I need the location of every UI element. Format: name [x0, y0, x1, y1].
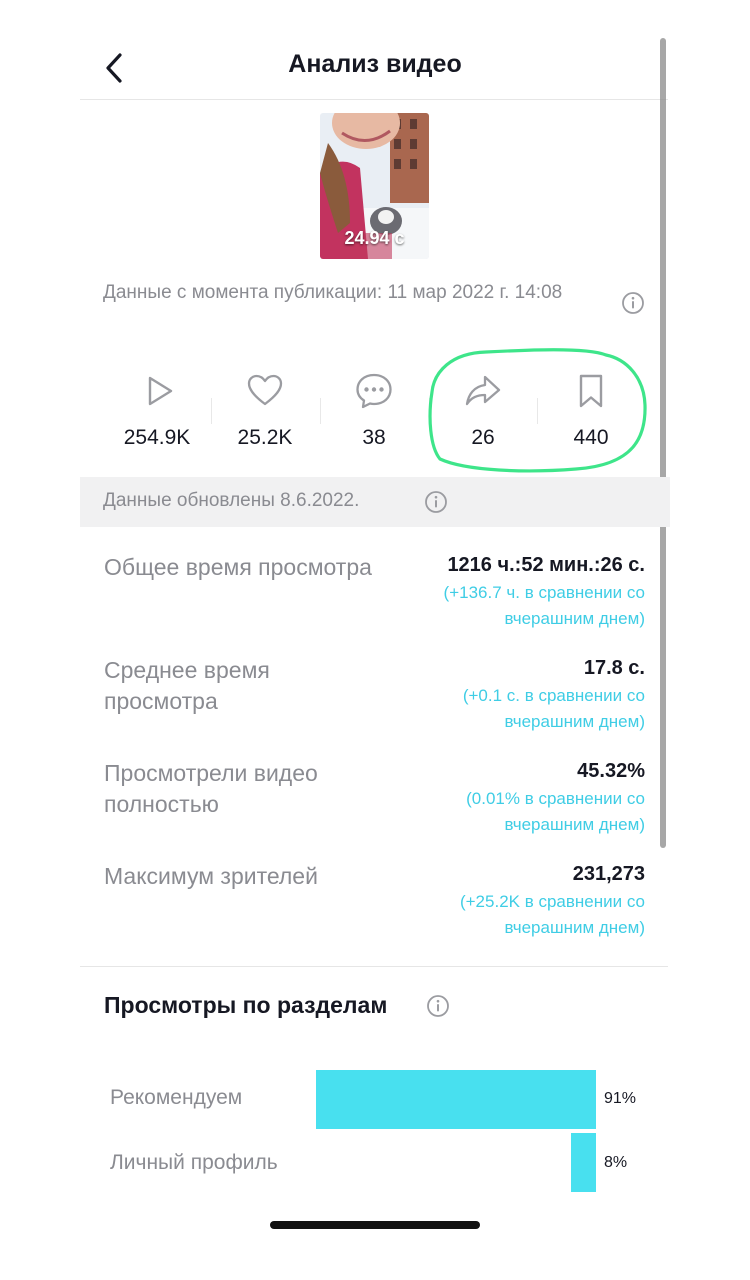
metric-comparison-line2: вчерашним днем): [504, 609, 645, 628]
metric-value-full-watch: 45.32%: [577, 760, 645, 782]
updated-text: Данные обновлены 8.6.2022.: [103, 490, 360, 511]
home-indicator[interactable]: [270, 1221, 480, 1229]
header-divider: [80, 99, 668, 100]
metric-label-max-viewers: Максимум зрителей: [104, 863, 318, 889]
section-bar-recommended: [316, 1070, 596, 1129]
metric-label-avg-watch-time: Среднее время просмотра: [104, 657, 270, 714]
section-bar-profile: [571, 1133, 596, 1192]
scrollbar[interactable]: [660, 38, 666, 848]
section-pct-recommended: 91%: [604, 1090, 637, 1107]
info-icon[interactable]: [426, 994, 450, 1018]
metric-comparison-line2: вчерашним днем): [504, 712, 645, 731]
comments-count: 38: [362, 426, 386, 449]
stat-separator: [320, 398, 321, 424]
heart-icon: [247, 374, 283, 406]
metric-comparison-line1: (0.01% в сравнении со: [466, 789, 645, 808]
section-label-profile: Личный профиль: [110, 1151, 278, 1174]
metric-comparison-line1: (+136.7 ч. в сравнении со: [443, 583, 645, 602]
video-duration: 24.94 с: [344, 228, 405, 248]
metric-value-total-watch-time: 1216 ч.:52 мин.:26 с.: [447, 554, 645, 576]
section-title: Просмотры по разделам: [104, 992, 388, 1018]
metric-comparison-line2: вчерашним днем): [504, 918, 645, 937]
highlight-annotation: [428, 348, 647, 473]
section-pct-profile: 8%: [604, 1154, 628, 1171]
metric-comparison-line1: (+0.1 с. в сравнении со: [462, 686, 645, 705]
metric-label-total-watch-time: Общее время просмотра: [104, 554, 372, 580]
play-icon: [148, 376, 173, 406]
info-icon[interactable]: [424, 490, 448, 514]
metric-comparison-line1: (+25.2K в сравнении со: [459, 892, 645, 911]
metric-comparison-line2: вчерашним днем): [504, 815, 645, 834]
stat-separator: [211, 398, 212, 424]
section-label-recommended: Рекомендуем: [110, 1086, 243, 1109]
metric-label-full-watch: Просмотрели видео полностью: [104, 760, 318, 817]
section-divider: [80, 966, 668, 967]
likes-count: 25.2K: [237, 426, 293, 449]
metric-value-max-viewers: 231,273: [572, 863, 645, 885]
comment-icon: [356, 373, 392, 409]
info-icon[interactable]: [621, 291, 645, 315]
publication-date-text: Данные с момента публикации: 11 мар 2022…: [103, 282, 563, 303]
page-title: Анализ видео: [288, 50, 462, 78]
views-count: 254.9K: [123, 426, 191, 449]
metric-value-avg-watch-time: 17.8 с.: [583, 657, 645, 679]
